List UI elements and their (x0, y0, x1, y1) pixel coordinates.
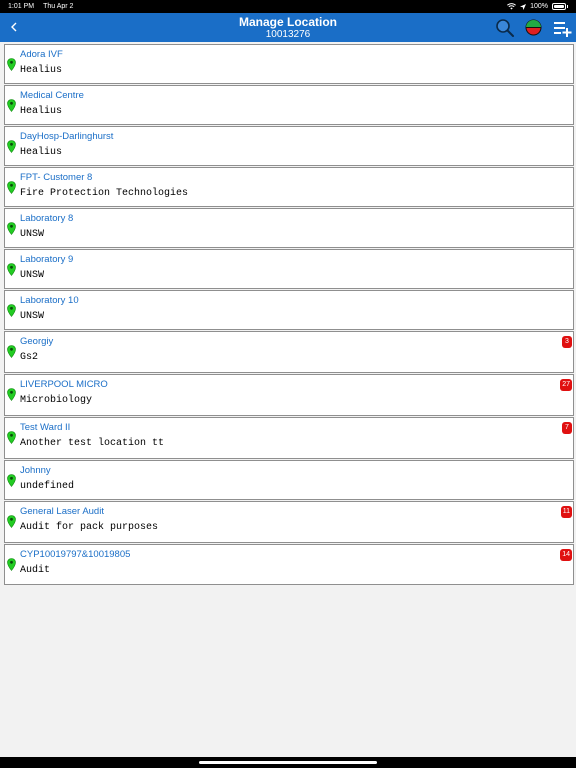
home-indicator (0, 757, 576, 768)
location-organization: Audit for pack purposes (20, 522, 159, 533)
count-badge: 14 (560, 549, 572, 561)
location-row[interactable]: Medical Centre Healius (4, 85, 574, 125)
location-list: Adora IVF Healius Medical Centre Healius Day… (4, 44, 574, 586)
map-pin-icon (7, 515, 16, 528)
location-name: Adora IVF (20, 49, 63, 60)
home-indicator-bar[interactable] (199, 761, 377, 764)
location-row[interactable]: Laboratory 10 UNSW (4, 290, 574, 330)
location-organization: UNSW (20, 229, 45, 240)
location-row[interactable]: Laboratory 8 UNSW (4, 208, 574, 248)
location-organization: UNSW (20, 311, 45, 322)
nav-bar: Manage Location 10013276 (0, 13, 576, 42)
location-name: FPT- Customer 8 (20, 172, 93, 183)
location-row[interactable]: Test Ward II Another test location tt 7 (4, 417, 574, 459)
location-row[interactable]: General Laser Audit Audit for pack purpos… (4, 501, 574, 543)
location-name: Test Ward II (20, 422, 71, 433)
add-list-icon[interactable] (552, 18, 572, 38)
map-pin-icon (7, 431, 16, 444)
battery-percent: 100% (530, 3, 548, 10)
location-organization: Another test location tt (20, 438, 165, 449)
location-arrow-icon (520, 3, 527, 10)
location-organization: UNSW (20, 270, 45, 281)
status-time: 1:01 PM (8, 3, 35, 10)
count-badge: 7 (562, 422, 572, 434)
map-pin-icon (7, 58, 16, 71)
location-organization: Fire Protection Technologies (20, 188, 189, 199)
map-pin-icon (7, 140, 16, 153)
location-organization: Audit (20, 565, 51, 576)
map-pin-icon (7, 558, 16, 571)
map-pin-icon (7, 99, 16, 112)
location-organization: undefined (20, 481, 75, 492)
location-row[interactable]: DayHosp-Darlinghurst Healius (4, 126, 574, 166)
status-date: Thu Apr 2 (43, 3, 74, 10)
location-organization: Healius (20, 106, 63, 117)
location-row[interactable]: Georgiy Gs2 3 (4, 331, 574, 373)
location-name: CYP10019797&10019805 (20, 549, 131, 560)
count-badge: 11 (560, 506, 572, 518)
status-right: 100% (507, 3, 568, 10)
status-bar: 1:01 PM Thu Apr 2 100% (0, 0, 576, 13)
location-name: Medical Centre (20, 90, 84, 101)
status-circle-icon[interactable] (525, 19, 542, 36)
location-name: Laboratory 9 (20, 254, 74, 265)
page-subtitle: 10013276 (265, 29, 311, 40)
count-badge: 3 (562, 336, 572, 348)
map-pin-icon (7, 388, 16, 401)
battery-icon (552, 3, 566, 10)
location-row[interactable]: LIVERPOOL MICRO Microbiology 27 (4, 374, 574, 416)
wifi-icon (507, 3, 517, 10)
battery-tip (567, 5, 568, 8)
location-organization: Healius (20, 147, 63, 158)
map-pin-icon (7, 304, 16, 317)
location-row[interactable]: Adora IVF Healius (4, 44, 574, 84)
page-title: Manage Location (238, 15, 337, 29)
map-pin-icon (7, 474, 16, 487)
location-name: Laboratory 10 (20, 295, 79, 306)
map-pin-icon (7, 345, 16, 358)
count-badge: 27 (560, 379, 572, 391)
location-name: Johnny (20, 465, 51, 476)
location-name: General Laser Audit (20, 506, 104, 517)
location-name: Georgiy (20, 336, 54, 347)
location-organization: Healius (20, 65, 63, 76)
location-name: DayHosp-Darlinghurst (20, 131, 114, 142)
location-row[interactable]: FPT- Customer 8 Fire Protection Technolog… (4, 167, 574, 207)
location-row[interactable]: Johnny undefined (4, 460, 574, 500)
location-organization: Microbiology (20, 395, 93, 406)
map-pin-icon (7, 222, 16, 235)
location-name: LIVERPOOL MICRO (20, 379, 108, 390)
search-icon[interactable] (495, 18, 515, 38)
location-organization: Gs2 (20, 352, 39, 363)
location-name: Laboratory 8 (20, 213, 74, 224)
map-pin-icon (7, 263, 16, 276)
location-row[interactable]: Laboratory 9 UNSW (4, 249, 574, 289)
location-row[interactable]: CYP10019797&10019805 Audit 14 (4, 544, 574, 585)
map-pin-icon (7, 181, 16, 194)
